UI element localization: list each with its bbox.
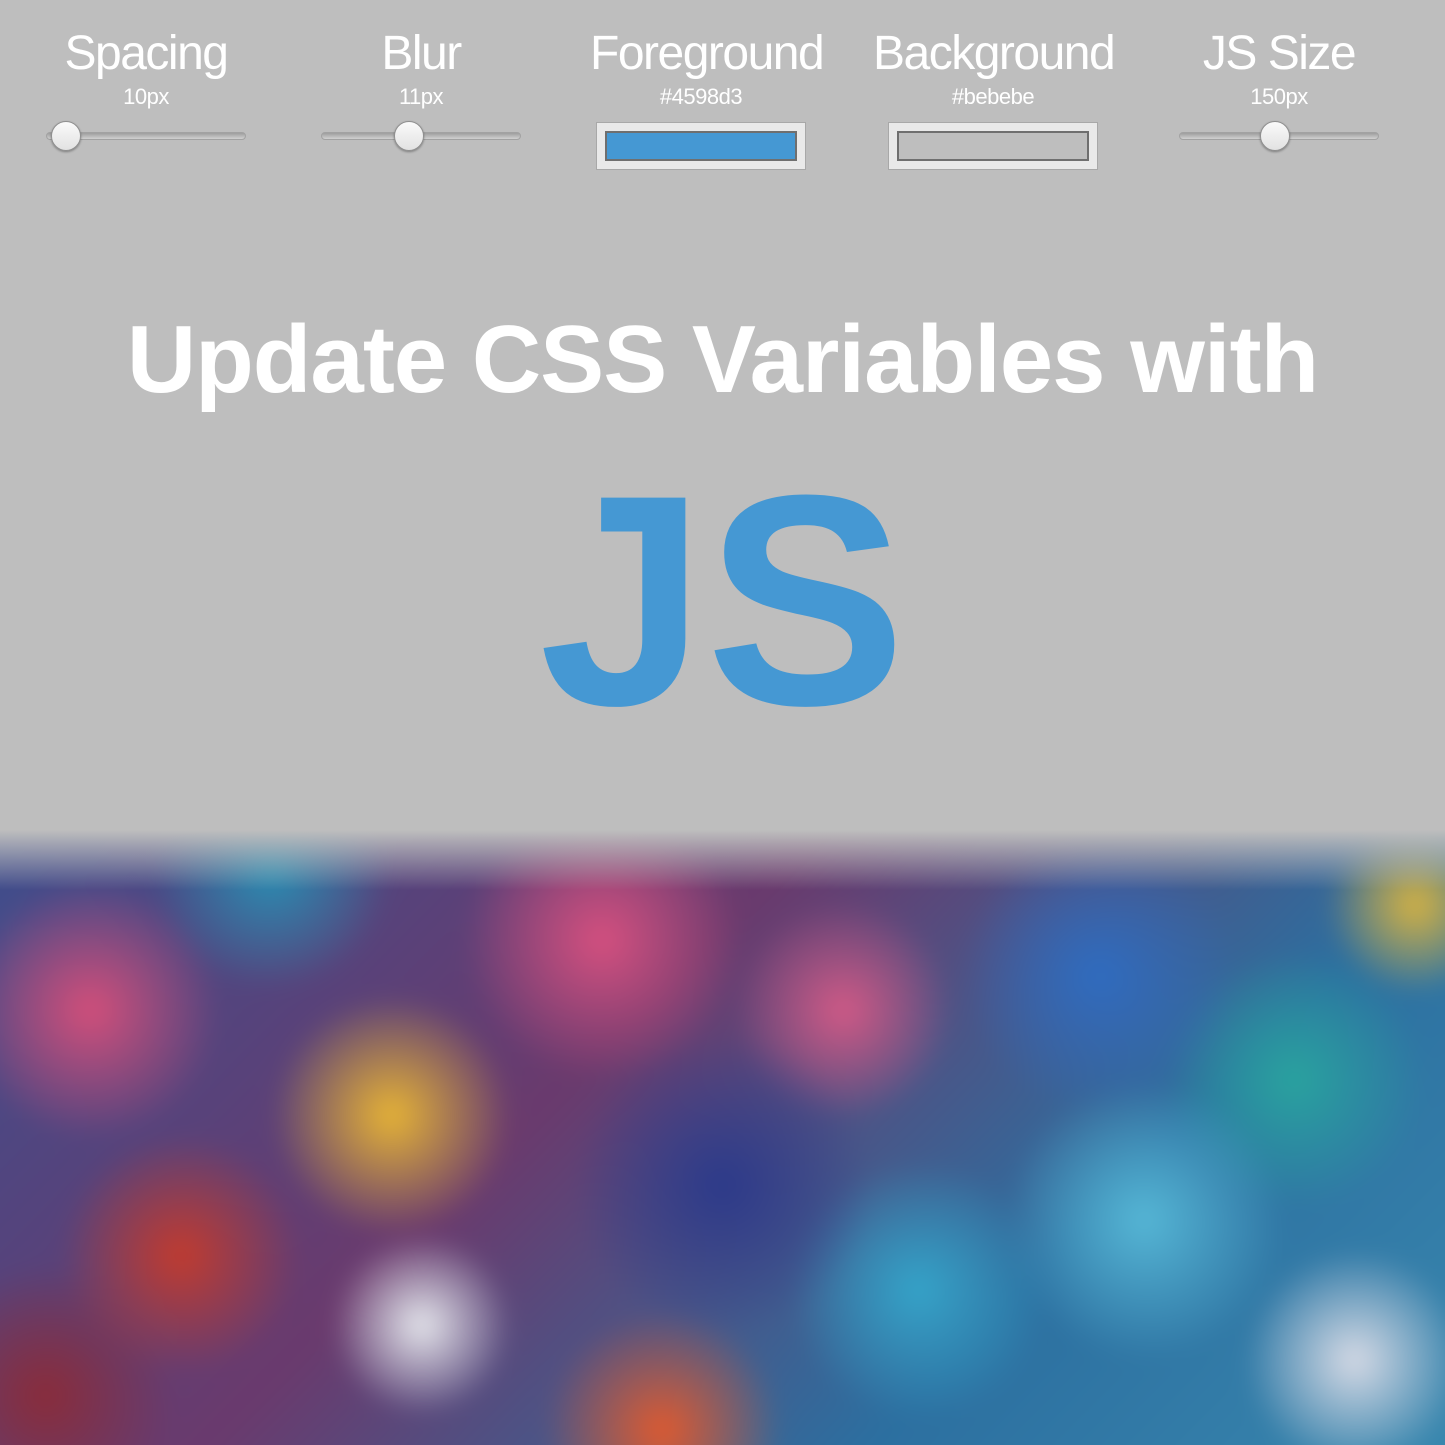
background-color-swatch[interactable] xyxy=(897,131,1089,161)
blur-label: Blur xyxy=(381,27,462,80)
blur-slider-thumb[interactable] xyxy=(394,121,424,151)
js-size-slider-thumb[interactable] xyxy=(1260,121,1290,151)
page: Spacing 10px Blur 11px Foreground #4598d… xyxy=(0,0,1445,1445)
blur-value: 11px xyxy=(398,84,444,109)
js-size-control: JS Size 150px xyxy=(1178,28,1380,154)
js-accent-text: JS xyxy=(539,432,906,768)
js-size-slider[interactable] xyxy=(1179,118,1379,154)
page-title: Update CSS Variables with xyxy=(126,306,1319,413)
foreground-color-picker[interactable] xyxy=(596,122,806,170)
js-size-label: JS Size xyxy=(1202,27,1357,80)
blurred-artwork-image xyxy=(0,830,1445,1445)
spacing-control: Spacing 10px xyxy=(45,28,247,154)
foreground-control: Foreground #4598d3 xyxy=(590,27,825,170)
js-size-value: 150px xyxy=(1250,84,1308,109)
spacing-slider[interactable] xyxy=(46,118,246,154)
spacing-slider-thumb[interactable] xyxy=(51,121,81,151)
background-value: #bebebe xyxy=(951,84,1035,109)
blur-slider[interactable] xyxy=(321,118,521,154)
spacing-label: Spacing xyxy=(64,27,229,80)
blur-control: Blur 11px xyxy=(320,28,522,154)
foreground-value: #4598d3 xyxy=(659,84,743,109)
foreground-label: Foreground xyxy=(590,27,825,80)
artwork-image-content xyxy=(0,830,1445,1445)
controls-bar: Spacing 10px Blur 11px Foreground #4598d… xyxy=(0,0,1445,180)
foreground-color-swatch[interactable] xyxy=(605,131,797,161)
image-top-fade xyxy=(0,830,1445,890)
background-label: Background xyxy=(873,27,1116,80)
background-control: Background #bebebe xyxy=(873,27,1116,170)
spacing-value: 10px xyxy=(123,84,169,109)
background-color-picker[interactable] xyxy=(888,122,1098,170)
